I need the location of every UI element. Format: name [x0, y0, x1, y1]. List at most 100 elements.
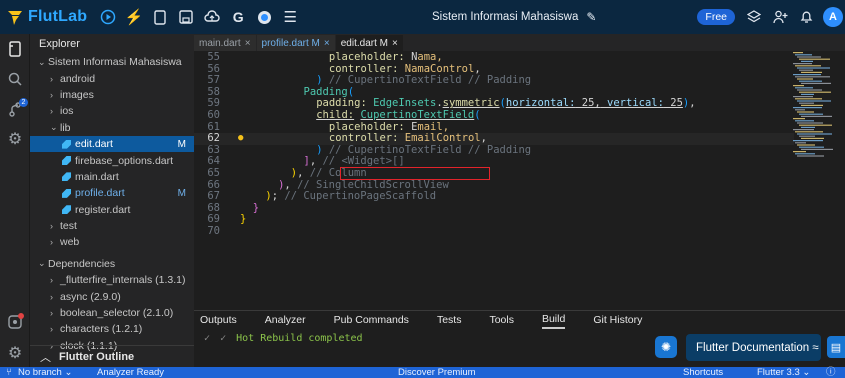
- hot-reload-icon[interactable]: ⚡: [123, 6, 145, 28]
- device-preview-icon[interactable]: [0, 307, 30, 337]
- bell-icon[interactable]: [795, 6, 817, 28]
- minimap-line: [795, 120, 814, 122]
- code-line[interactable]: 59 padding: EdgeInsets.symmetric(horizont…: [194, 98, 794, 110]
- flutter-docs-button[interactable]: Flutter Documentation ≈: [686, 334, 821, 361]
- code-line[interactable]: 70: [194, 225, 794, 238]
- code-line[interactable]: 57) // CupertinoTextField // Padding: [194, 74, 794, 87]
- folder-item[interactable]: › images: [30, 87, 194, 103]
- minimap-line: [799, 135, 815, 137]
- ai-assistant-icon[interactable]: ✺: [655, 336, 677, 358]
- minimap-line: [795, 142, 806, 144]
- settings-circle-icon[interactable]: [253, 6, 275, 28]
- file-item[interactable]: main.dart: [30, 169, 194, 185]
- gear-icon[interactable]: ⚙: [0, 338, 30, 368]
- file-item[interactable]: profile.dart M: [30, 185, 194, 201]
- tab-label: edit.dart M: [340, 37, 388, 49]
- chevron-right-icon: ›: [50, 89, 53, 100]
- code-line[interactable]: 60 child: CupertinoTextField(: [194, 109, 794, 122]
- panel-tab[interactable]: Tools: [489, 311, 514, 329]
- lightbulb-icon[interactable]: ●: [238, 133, 246, 143]
- discover-premium-link[interactable]: Discover Premium: [398, 367, 476, 378]
- folder-item[interactable]: › web: [30, 234, 194, 250]
- minimap-line: [795, 131, 823, 133]
- source-control-icon[interactable]: 2: [0, 94, 30, 124]
- folder-item[interactable]: › test: [30, 218, 194, 234]
- editor-tab[interactable]: profile.dart M ×: [256, 35, 335, 51]
- folder-item[interactable]: › android: [30, 70, 194, 86]
- minimap-line: [801, 148, 833, 150]
- brand[interactable]: FlutLab: [0, 0, 87, 34]
- avatar[interactable]: A: [823, 7, 843, 27]
- panel-tab[interactable]: Outputs: [200, 311, 237, 329]
- panel-tab[interactable]: Build: [541, 311, 566, 329]
- panel-tab[interactable]: Git History: [593, 311, 642, 329]
- code-line[interactable]: 61 placeholder: Email,: [194, 121, 794, 134]
- shortcuts-link[interactable]: Shortcuts: [683, 367, 723, 378]
- code-text: }: [240, 213, 247, 226]
- add-user-icon[interactable]: [769, 6, 791, 28]
- settings-gear-icon[interactable]: ⚙: [0, 124, 30, 154]
- dependency-item[interactable]: › _flutterfire_internals (1.3.1): [30, 272, 194, 288]
- minimap[interactable]: [789, 52, 839, 162]
- output-line: Hot Rebuild completed: [236, 333, 363, 344]
- chat-icon[interactable]: ▤: [827, 336, 845, 358]
- close-icon[interactable]: ×: [245, 38, 251, 49]
- dependency-label: async (2.9.0): [60, 290, 121, 303]
- dependency-item[interactable]: › async (2.9.0): [30, 288, 194, 304]
- close-icon[interactable]: ×: [392, 38, 398, 49]
- code-line[interactable]: 64], // <Widget>[]: [194, 156, 794, 168]
- dependency-item[interactable]: › boolean_selector (2.1.0): [30, 305, 194, 321]
- code-line[interactable]: 67); // CupertinoPageScaffold: [194, 190, 794, 203]
- editor-tab[interactable]: edit.dart M ×: [335, 35, 403, 51]
- google-icon[interactable]: G: [227, 6, 249, 28]
- folder-item[interactable]: ⌄ Sistem Informasi Mahasiswa: [30, 54, 194, 70]
- layers-icon[interactable]: [743, 6, 765, 28]
- search-icon[interactable]: [0, 64, 30, 94]
- file-item[interactable]: edit.dart M: [30, 135, 194, 153]
- panel-tab[interactable]: Analyzer: [265, 311, 306, 329]
- top-bar: FlutLab ⚡ G ☰ Sistem Informasi Mahasiswa…: [0, 0, 845, 34]
- branch-selector[interactable]: No branch ⌄: [18, 367, 72, 378]
- device-icon[interactable]: [149, 6, 171, 28]
- code-line[interactable]: 63) // CupertinoTextField // Padding: [194, 144, 794, 157]
- minimap-line: [795, 87, 813, 89]
- folder-item[interactable]: › ios: [30, 103, 194, 119]
- plan-badge[interactable]: Free: [697, 9, 735, 25]
- dependency-item[interactable]: › characters (1.2.1): [30, 321, 194, 337]
- close-icon[interactable]: ×: [324, 38, 330, 49]
- code-line[interactable]: 55 placeholder: Nama,: [194, 51, 794, 64]
- menu-icon[interactable]: ☰: [279, 6, 301, 28]
- editor-tabs: main.dart × profile.dart M × edit.dart M ×: [194, 34, 845, 51]
- flutter-version-selector[interactable]: Flutter 3.3 ⌄: [757, 367, 810, 378]
- help-icon[interactable]: ⓘ: [826, 367, 836, 378]
- cloud-upload-icon[interactable]: [201, 6, 223, 28]
- panel-tab[interactable]: Tests: [437, 311, 462, 329]
- edit-pencil-icon[interactable]: ✎: [586, 10, 596, 24]
- save-icon[interactable]: [175, 6, 197, 28]
- minimap-line: [801, 71, 822, 73]
- file-item[interactable]: register.dart: [30, 202, 194, 218]
- files-icon[interactable]: [0, 34, 30, 64]
- code-comment: // SingleChildScrollView: [290, 178, 449, 191]
- code-area[interactable]: 55 placeholder: Nama, 56 controller: NamaCo…: [194, 51, 794, 310]
- file-label: edit.dart: [75, 138, 113, 151]
- flutter-outline-toggle[interactable]: ︿ Flutter Outline: [30, 345, 194, 367]
- chevron-right-icon: ›: [50, 275, 53, 286]
- dart-file-icon: [62, 156, 71, 166]
- minimap-line: [801, 82, 831, 84]
- dependencies-header[interactable]: ⌄ Dependencies: [30, 256, 194, 272]
- minimap-line: [793, 129, 814, 131]
- minimap-line: [797, 100, 831, 102]
- chevron-right-icon: ›: [50, 237, 53, 248]
- run-icon[interactable]: [97, 6, 119, 28]
- file-item[interactable]: firebase_options.dart: [30, 152, 194, 168]
- minimap-line: [801, 60, 813, 62]
- code-line[interactable]: 69}: [194, 214, 794, 226]
- chevron-right-icon: ›: [50, 221, 53, 232]
- folder-item[interactable]: ⌄ lib: [30, 120, 194, 136]
- code-line[interactable]: 68}: [194, 202, 794, 215]
- file-label: android: [60, 72, 96, 85]
- editor-tab[interactable]: main.dart ×: [194, 35, 256, 51]
- dart-file-icon: [62, 172, 71, 182]
- panel-tab[interactable]: Pub Commands: [334, 311, 409, 329]
